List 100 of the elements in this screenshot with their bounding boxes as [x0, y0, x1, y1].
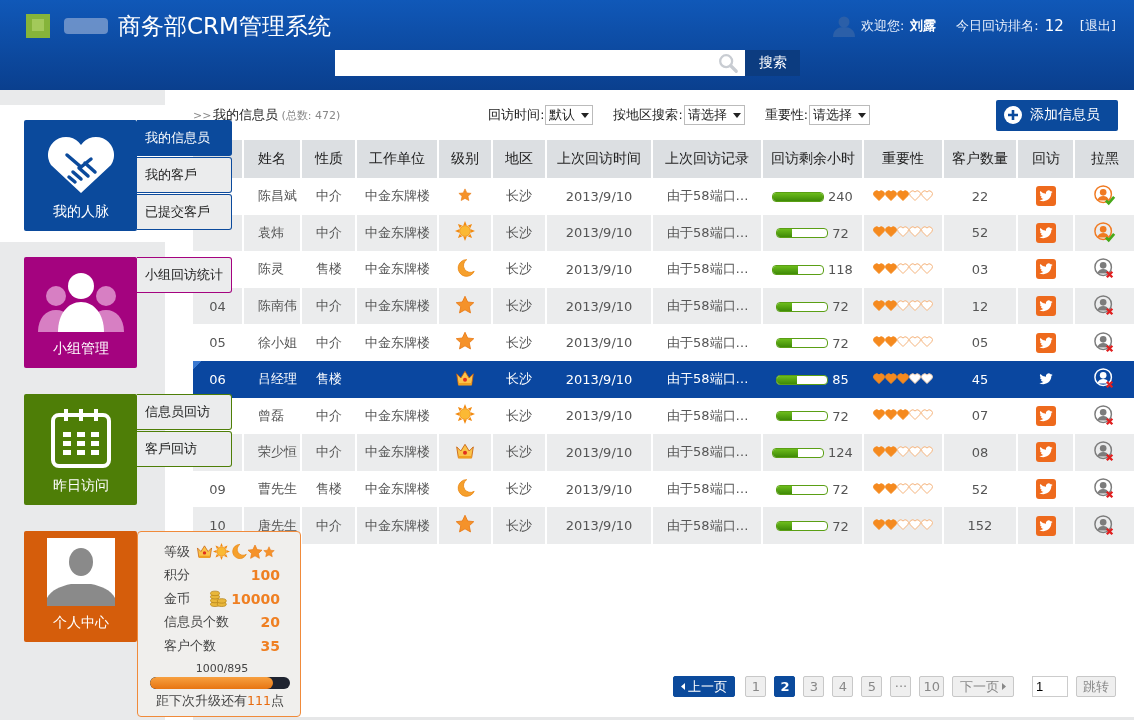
table-cell: 售楼: [315, 371, 342, 387]
heart-icon: [873, 263, 885, 274]
table-cell: 03: [971, 262, 989, 277]
nav-tile[interactable]: 昨日访问: [24, 394, 137, 505]
heart-icon: [885, 445, 897, 457]
heart-icon: [909, 336, 921, 348]
search-button[interactable]: 搜索: [745, 50, 800, 76]
heart-icon: [897, 519, 909, 531]
revisit-button[interactable]: [1035, 479, 1056, 500]
person-block-icon[interactable]: [1093, 295, 1116, 318]
column-header: 客户数量: [943, 140, 1017, 178]
row-number: 09: [209, 481, 226, 497]
table-cell: 长沙: [506, 481, 532, 497]
heart-icon: [873, 189, 885, 201]
heart-icon: [885, 409, 897, 421]
revisit-button[interactable]: [1035, 332, 1056, 353]
heart-icon: [885, 482, 897, 494]
hours-bar: [776, 521, 829, 532]
heart-icon: [885, 519, 897, 531]
column-header: 级别: [438, 140, 492, 178]
submenu-item[interactable]: 信息员回访: [137, 394, 232, 430]
table-row[interactable]: 09 曹先生 售楼 中金东牌楼 长沙 2013/9/10 由于58端口… 72 52: [193, 470, 1134, 508]
table-cell: 由于58端口…: [667, 298, 749, 314]
table-cell: 72: [832, 408, 849, 424]
upgrade-text: 距下次升级还有111点: [155, 692, 285, 710]
table-cell: 长沙: [506, 517, 532, 533]
table-cell: 中介: [315, 407, 342, 423]
person-block-icon[interactable]: [1093, 441, 1116, 464]
row-number: 04: [209, 298, 226, 314]
page-input[interactable]: 1: [1032, 676, 1068, 697]
table-row[interactable]: 10 唐先生 中介 中金东牌楼 长沙 2013/9/10 由于58端口… 72 152: [193, 507, 1134, 544]
breadcrumb-mark: >>: [193, 108, 212, 122]
user-icon: [832, 15, 855, 37]
submenu-item[interactable]: 我的客戶: [137, 157, 232, 193]
person-block-icon[interactable]: [1093, 478, 1116, 501]
heart-icon: [909, 409, 921, 421]
submenu-item[interactable]: 我的信息员: [137, 120, 232, 156]
table-cell: 22: [971, 188, 989, 204]
table-cell: 中介: [315, 334, 342, 350]
hours-bar: [772, 191, 825, 202]
table-cell: 08: [971, 444, 989, 460]
row-number: 06: [209, 371, 226, 387]
row-number: 10: [209, 518, 226, 534]
heart-icon: [885, 299, 897, 311]
filter-dropdown[interactable]: 请选择: [808, 105, 870, 125]
person-check-icon[interactable]: [1093, 185, 1116, 208]
revisit-button[interactable]: [1035, 442, 1056, 463]
submenu-item[interactable]: 已提交客戶: [137, 194, 232, 230]
heart-icon: [921, 336, 933, 348]
submenu-item[interactable]: 客戶回访: [137, 431, 232, 467]
coins-icon: [209, 589, 228, 608]
table-cell: 152: [967, 518, 993, 534]
nav-tile[interactable]: 小组管理: [24, 257, 137, 368]
revisit-button[interactable]: [1035, 296, 1056, 317]
table-row[interactable]: 05 徐小姐 中介 中金东牌楼 长沙 2013/9/10 由于58端口… 72 05: [193, 324, 1134, 361]
filter-label: 按地区搜索:: [613, 106, 683, 124]
person-block-icon[interactable]: [1093, 258, 1116, 281]
heart-icon: [873, 519, 885, 531]
table-row[interactable]: 06 吕经理 售楼 长沙 2013/9/10 由于58端口… 85 45: [193, 360, 1134, 398]
nav-tile[interactable]: 个人中心: [24, 531, 137, 642]
submenu-item[interactable]: 小组回访统计: [137, 257, 232, 293]
revisit-button[interactable]: [1035, 405, 1056, 426]
page-button[interactable]: 2: [774, 676, 796, 697]
prev-page-button[interactable]: 上一页: [673, 676, 736, 697]
table-cell: 52: [971, 481, 989, 497]
table-cell: 中金东牌楼: [364, 334, 430, 350]
column-header: 性质: [301, 140, 356, 178]
person-block-icon[interactable]: [1093, 404, 1116, 427]
sun-icon: [455, 221, 475, 242]
heart-icon: [885, 263, 897, 274]
revisit-button[interactable]: [1035, 186, 1056, 207]
moon-icon: [455, 477, 475, 498]
add-button[interactable]: 添加信息员: [996, 99, 1118, 131]
nav-tile[interactable]: 我的人脉: [24, 120, 137, 231]
search-field[interactable]: [335, 50, 745, 76]
filter-dropdown[interactable]: 默认: [545, 105, 594, 125]
table-cell: 中金东牌楼: [364, 224, 430, 240]
person-block-icon[interactable]: [1093, 368, 1116, 391]
table-cell: 由于58端口…: [667, 407, 749, 423]
revisit-button[interactable]: [1035, 515, 1056, 536]
table-cell: 72: [832, 299, 849, 315]
table-cell: 中介: [315, 298, 342, 314]
person-block-icon[interactable]: [1093, 331, 1116, 354]
table-row[interactable]: 04 陈南伟 中介 中金东牌楼 长沙 2013/9/10 由于58端口… 72 12: [193, 287, 1134, 325]
hours-bar: [776, 228, 829, 239]
person-check-icon[interactable]: [1093, 221, 1116, 244]
filter-dropdown[interactable]: 请选择: [683, 105, 745, 125]
row-number: 05: [209, 335, 226, 351]
person-block-icon[interactable]: [1093, 514, 1116, 537]
table-cell: 由于58端口…: [667, 517, 749, 533]
heart-icon: [921, 445, 933, 457]
revisit-button[interactable]: [1035, 222, 1056, 243]
logo-icon: [26, 13, 110, 39]
column-header: 工作单位: [356, 140, 438, 178]
logout-link[interactable]: [退出]: [1079, 17, 1116, 35]
star-icon: [263, 545, 275, 558]
stat-value: 20: [260, 614, 280, 631]
revisit-button[interactable]: [1035, 259, 1056, 280]
stat-label: 信息员个数: [164, 613, 229, 632]
total-count: (总数: 472): [281, 107, 341, 123]
